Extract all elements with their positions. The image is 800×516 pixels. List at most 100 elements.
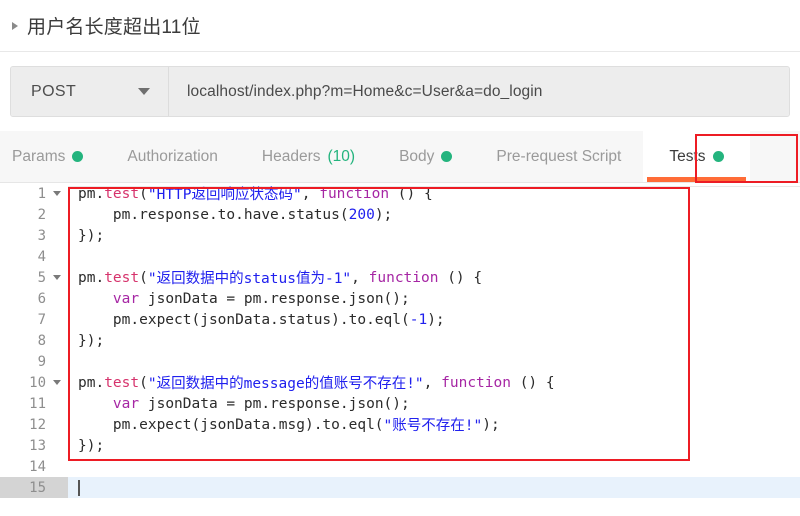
code-token: jsonData = pm.response.json(); — [139, 290, 410, 307]
code-token: test — [104, 374, 140, 391]
code-token: "HTTP返回响应状态码" — [147, 187, 302, 203]
code-line[interactable]: 14 — [0, 456, 800, 477]
tests-status-dot — [712, 151, 724, 162]
tab-authorization-label: Authorization — [127, 147, 218, 165]
text-cursor — [78, 479, 80, 496]
code-line[interactable]: 4 — [0, 246, 800, 267]
code-token: pm. — [78, 185, 105, 202]
code-line[interactable]: 10 pm. test("返回数据中的message的值账号不存在!", funct… — [0, 372, 800, 393]
code-token: var — [112, 290, 140, 307]
code-line-text — [68, 351, 800, 372]
code-line-text: var jsonData = pm.response.json(); — [68, 288, 800, 309]
tab-headers-label: Headers — [261, 147, 321, 165]
code-token: ( — [139, 185, 148, 202]
code-token: () { — [389, 185, 433, 202]
code-line[interactable]: 1 pm. test("HTTP返回响应状态码", function () { — [0, 183, 800, 204]
fold-arrow-icon[interactable] — [53, 275, 61, 280]
tab-authorization[interactable]: Authorization — [105, 131, 239, 182]
tests-code-editor[interactable]: 1 pm. test("HTTP返回响应状态码", function () {2 p… — [0, 183, 800, 499]
code-token: ( — [139, 269, 148, 286]
code-line[interactable]: 6 var jsonData = pm.response.json(); — [0, 288, 800, 309]
code-token: pm. — [78, 374, 105, 391]
code-line[interactable]: 13}); — [0, 435, 800, 456]
code-token: , — [301, 185, 320, 202]
code-token: }); — [78, 437, 105, 454]
code-token: jsonData = pm.response.json(); — [139, 395, 410, 412]
code-line-text — [68, 456, 800, 477]
line-number: 7 — [0, 309, 68, 330]
tab-body-label: Body — [399, 147, 435, 165]
code-line[interactable]: 15 — [0, 477, 800, 498]
line-number: 6 — [0, 288, 68, 309]
code-line[interactable]: 3}); — [0, 225, 800, 246]
tab-pre-request-script[interactable]: Pre-request Script — [474, 131, 643, 182]
code-token: "账号不存在!" — [383, 418, 483, 434]
line-number: 8 — [0, 330, 68, 351]
page-title: 用户名长度超出11位 — [27, 17, 201, 38]
code-token: ); — [374, 206, 393, 223]
code-line[interactable]: 9 — [0, 351, 800, 372]
code-token: test — [104, 185, 140, 202]
code-lines[interactable]: 1 pm. test("HTTP返回响应状态码", function () {2 p… — [0, 183, 800, 498]
code-token: 200 — [348, 206, 375, 223]
http-method-label: POST — [31, 82, 77, 100]
tab-tests-label: Tests — [669, 147, 706, 165]
line-number: 14 — [0, 456, 68, 477]
line-number: 2 — [0, 204, 68, 225]
code-line[interactable]: 5 pm. test("返回数据中的status值为-1", function ()… — [0, 267, 800, 288]
code-line[interactable]: 12 pm.expect(jsonData.msg).to.eql("账号不存在… — [0, 414, 800, 435]
code-token: -1 — [409, 311, 428, 328]
code-line-text: }); — [68, 225, 800, 246]
code-token: function — [441, 374, 511, 391]
code-token: pm. — [78, 269, 105, 286]
code-token: test — [104, 269, 140, 286]
params-status-dot — [72, 151, 84, 162]
code-line[interactable]: 8}); — [0, 330, 800, 351]
code-line-text: pm.expect(jsonData.msg).to.eql("账号不存在!")… — [68, 414, 800, 435]
code-line-text: }); — [68, 330, 800, 351]
code-token: ( — [139, 374, 148, 391]
request-tabs: Params Authorization Headers (10) Body P… — [0, 131, 800, 183]
code-line-text — [68, 246, 800, 267]
line-number: 15 — [0, 477, 68, 498]
code-token: }); — [78, 332, 105, 349]
code-line-text: pm. test("HTTP返回响应状态码", function () { — [68, 183, 800, 204]
line-number: 12 — [0, 414, 68, 435]
code-line-text: var jsonData = pm.response.json(); — [68, 393, 800, 414]
tab-params[interactable]: Params — [0, 131, 105, 182]
code-line[interactable]: 11 var jsonData = pm.response.json(); — [0, 393, 800, 414]
code-token: ); — [482, 416, 500, 433]
code-line[interactable]: 7 pm.expect(jsonData.status).to.eql(-1); — [0, 309, 800, 330]
code-token: , — [351, 269, 369, 286]
code-token: pm.expect(jsonData.msg).to.eql( — [78, 416, 384, 433]
code-token: () { — [438, 269, 483, 286]
tab-tests[interactable]: Tests — [643, 131, 750, 182]
caret-down-icon — [138, 88, 150, 95]
request-url-input[interactable]: localhost/index.php?m=Home&c=User&a=do_l… — [169, 67, 789, 116]
code-token: pm.response.to.have.status( — [78, 206, 349, 223]
body-status-dot — [441, 151, 453, 162]
line-number: 13 — [0, 435, 68, 456]
line-number: 5 — [0, 267, 68, 288]
http-method-select[interactable]: POST — [11, 67, 169, 116]
breadcrumb: 用户名长度超出11位 — [0, 0, 800, 52]
code-token: ); — [427, 311, 445, 328]
code-line-text: pm.expect(jsonData.status).to.eql(-1); — [68, 309, 800, 330]
code-line[interactable]: 2 pm.response.to.have.status(200); — [0, 204, 800, 225]
code-token: function — [319, 185, 390, 202]
headers-count-badge: (10) — [327, 147, 356, 165]
code-line-text — [68, 477, 800, 498]
triangle-right-icon[interactable] — [12, 21, 18, 30]
request-bar: POST localhost/index.php?m=Home&c=User&a… — [0, 52, 800, 131]
code-line-text: pm.response.to.have.status(200); — [68, 204, 800, 225]
line-number: 11 — [0, 393, 68, 414]
line-number: 4 — [0, 246, 68, 267]
code-token: () { — [510, 374, 555, 391]
tab-body[interactable]: Body — [377, 131, 474, 182]
code-token: var — [112, 395, 140, 412]
fold-arrow-icon[interactable] — [53, 191, 61, 196]
fold-arrow-icon[interactable] — [53, 380, 61, 385]
tab-headers[interactable]: Headers (10) — [240, 131, 377, 182]
